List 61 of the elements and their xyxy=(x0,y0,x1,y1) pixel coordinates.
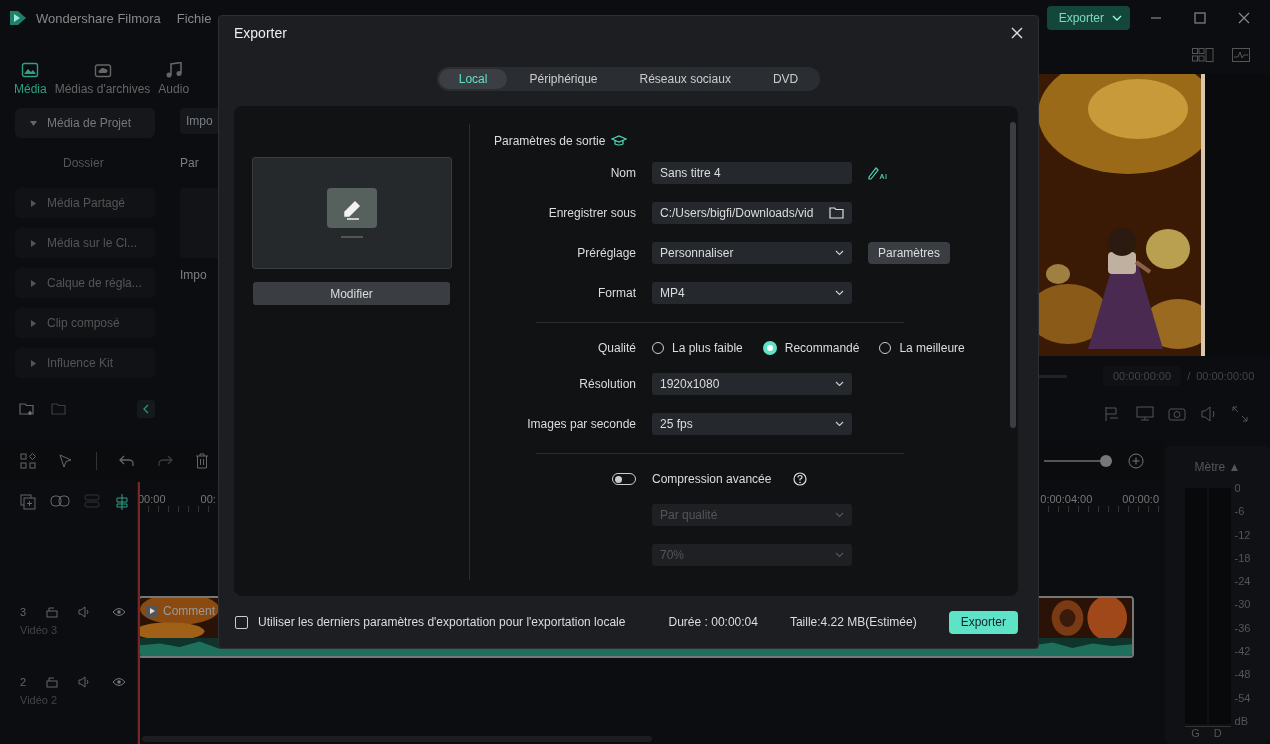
scale-label: dB xyxy=(1234,714,1249,727)
app-title: Wondershare Filmora xyxy=(36,10,161,26)
channel-label: D xyxy=(1213,727,1222,739)
dropdown[interactable]: 25 fps xyxy=(652,413,852,435)
menu-item[interactable]: Fichie xyxy=(176,10,212,26)
time-separator: / xyxy=(1187,370,1191,382)
dropdown[interactable]: Personnaliser xyxy=(652,242,852,264)
path-field[interactable]: C:/Users/bigfi/Downloads/vid xyxy=(652,202,852,224)
quality-radio[interactable]: La plus faible xyxy=(652,341,743,355)
scale-label: -36 xyxy=(1234,621,1251,634)
quality-radio[interactable]: Recommandé xyxy=(762,341,860,355)
field-label: Format xyxy=(597,286,636,300)
scale-label: -18 xyxy=(1234,551,1251,564)
sort-dropdown[interactable]: Par xyxy=(180,156,199,170)
scale-label: -12 xyxy=(1234,528,1251,541)
track-number: 2 xyxy=(20,676,27,688)
radio-label[interactable]: La meilleure xyxy=(899,341,965,355)
export-tab[interactable]: Local xyxy=(438,69,508,89)
field-label: Qualité xyxy=(596,341,636,355)
dialog-title: Exporter xyxy=(234,25,287,41)
import-label: Impo xyxy=(180,268,207,282)
section-title: Paramètres de sortie xyxy=(494,134,606,148)
scale-label: -54 xyxy=(1234,691,1251,704)
export-tab[interactable]: DVD xyxy=(752,69,819,89)
scale-label: -48 xyxy=(1234,668,1251,681)
ruler-time: 00:00:0 xyxy=(1122,493,1159,505)
dropdown[interactable]: MP4 xyxy=(652,282,852,304)
field-label: Images par seconde xyxy=(526,417,636,431)
ruler-time: 00: xyxy=(200,493,216,505)
field-label: Résolution xyxy=(578,377,636,391)
duration-text: Durée : 00:00:04 xyxy=(668,615,758,629)
total-timecode: 00:00:00:00 xyxy=(1196,370,1255,382)
track-number: 3 xyxy=(20,606,27,618)
export-button[interactable]: Exporter xyxy=(948,610,1018,634)
dropdown[interactable]: 1920x1080 xyxy=(652,373,852,395)
export-button[interactable]: Exporter xyxy=(1046,6,1130,30)
field-label: Préréglage xyxy=(576,246,636,260)
ruler-time: 0:00:04:00 xyxy=(1040,493,1093,505)
settings-button[interactable]: Paramètres xyxy=(868,242,951,264)
scale-label: -6 xyxy=(1234,505,1246,518)
clip-title: Comment xyxy=(146,604,215,618)
field-label: Nom xyxy=(609,166,636,180)
name-field[interactable]: Sans titre 4 xyxy=(652,162,852,184)
toggle-label: Compression avancée xyxy=(652,472,772,486)
quality-radio[interactable]: La meilleure xyxy=(879,341,965,355)
scale-label: -30 xyxy=(1234,598,1251,611)
import-button[interactable]: Impo xyxy=(180,108,219,134)
channel-label: G xyxy=(1191,727,1200,739)
media-tab[interactable]: Média xyxy=(14,62,47,96)
export-tab[interactable]: Réseaux sociaux xyxy=(619,69,751,89)
radio-label[interactable]: Recommandé xyxy=(784,341,860,355)
export-tab[interactable]: Périphérique xyxy=(509,69,618,89)
checkbox-label[interactable]: Utiliser les derniers paramètres d'exportation pour l'exportation locale xyxy=(258,615,626,629)
sidebar-item[interactable]: Média de Projet xyxy=(15,108,155,138)
modify-button[interactable]: Modifier xyxy=(253,282,451,305)
field-label: Enregistrer sous xyxy=(547,206,636,220)
size-text: Taille:4.22 MB(Estimée) xyxy=(789,615,917,629)
radio-label[interactable]: La plus faible xyxy=(672,341,743,355)
scale-label: -42 xyxy=(1234,645,1251,658)
scale-label: -24 xyxy=(1234,575,1251,588)
scale-label: 0 xyxy=(1234,482,1242,494)
